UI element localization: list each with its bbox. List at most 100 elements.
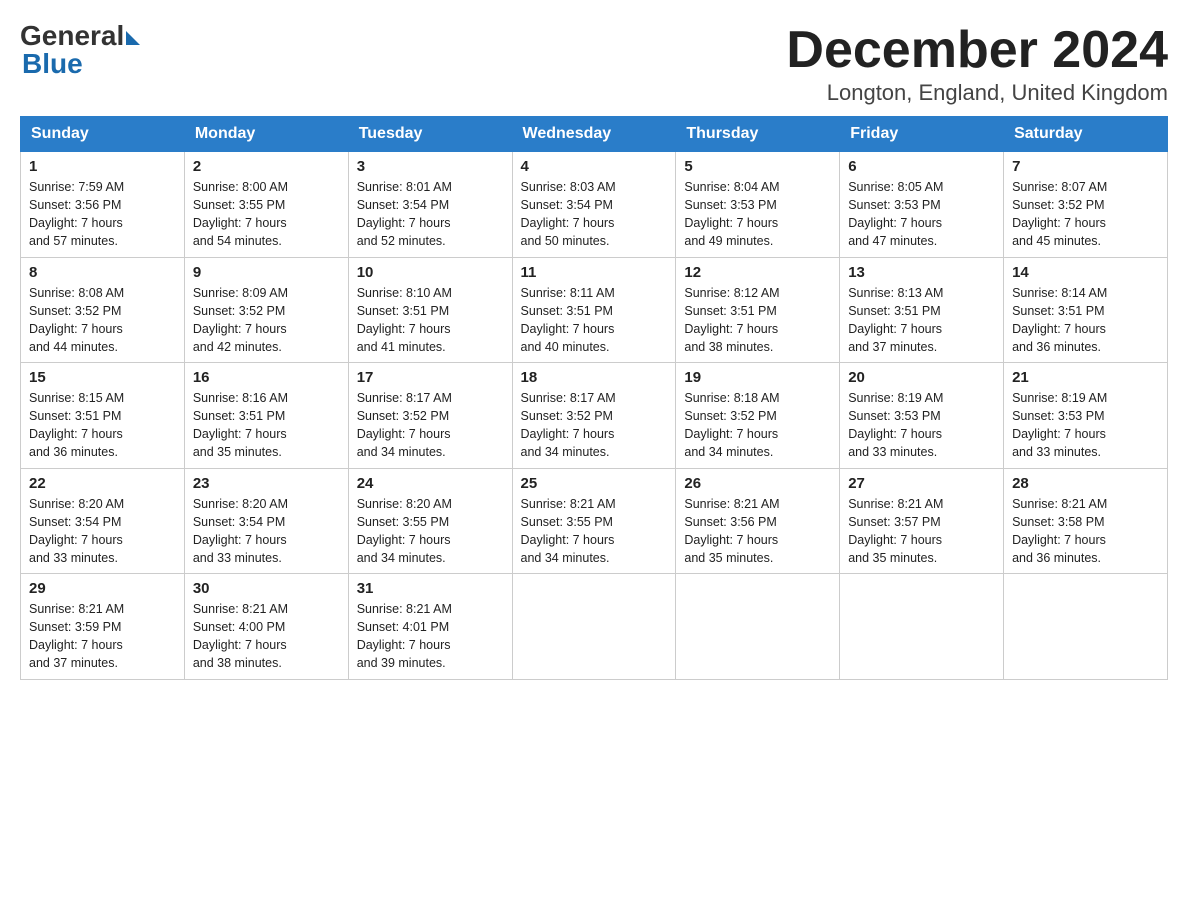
day-info: Sunrise: 8:10 AM Sunset: 3:51 PM Dayligh… — [357, 284, 504, 357]
day-number: 4 — [521, 158, 668, 175]
calendar-cell: 1 Sunrise: 7:59 AM Sunset: 3:56 PM Daylig… — [21, 152, 185, 258]
day-number: 7 — [1012, 158, 1159, 175]
day-info: Sunrise: 8:20 AM Sunset: 3:55 PM Dayligh… — [357, 495, 504, 568]
calendar-cell: 17 Sunrise: 8:17 AM Sunset: 3:52 PM Dayli… — [348, 363, 512, 469]
day-number: 18 — [521, 369, 668, 386]
header-tuesday: Tuesday — [348, 117, 512, 152]
logo-blue-text: Blue — [22, 48, 83, 80]
day-info: Sunrise: 8:21 AM Sunset: 3:58 PM Dayligh… — [1012, 495, 1159, 568]
day-number: 17 — [357, 369, 504, 386]
day-info: Sunrise: 8:21 AM Sunset: 3:59 PM Dayligh… — [29, 600, 176, 673]
header-sunday: Sunday — [21, 117, 185, 152]
title-area: December 2024 Longton, England, United K… — [786, 20, 1168, 106]
day-info: Sunrise: 8:12 AM Sunset: 3:51 PM Dayligh… — [684, 284, 831, 357]
calendar-cell: 13 Sunrise: 8:13 AM Sunset: 3:51 PM Dayli… — [840, 257, 1004, 363]
calendar-cell: 7 Sunrise: 8:07 AM Sunset: 3:52 PM Daylig… — [1004, 152, 1168, 258]
day-info: Sunrise: 8:03 AM Sunset: 3:54 PM Dayligh… — [521, 178, 668, 251]
day-number: 31 — [357, 580, 504, 597]
calendar-cell: 9Sunrise: 8:09 AM Sunset: 3:52 PM Daylig… — [184, 257, 348, 363]
header-saturday: Saturday — [1004, 117, 1168, 152]
day-info: Sunrise: 8:19 AM Sunset: 3:53 PM Dayligh… — [1012, 389, 1159, 462]
day-number: 13 — [848, 264, 995, 281]
day-info: Sunrise: 8:15 AM Sunset: 3:51 PM Dayligh… — [29, 389, 176, 462]
day-info: Sunrise: 8:13 AM Sunset: 3:51 PM Dayligh… — [848, 284, 995, 357]
day-number: 5 — [684, 158, 831, 175]
day-info: Sunrise: 7:59 AM Sunset: 3:56 PM Dayligh… — [29, 178, 176, 251]
logo-arrow-icon — [126, 31, 140, 45]
calendar-cell: 18 Sunrise: 8:17 AM Sunset: 3:52 PM Dayli… — [512, 363, 676, 469]
day-number: 21 — [1012, 369, 1159, 386]
day-info: Sunrise: 8:21 AM Sunset: 4:00 PM Dayligh… — [193, 600, 340, 673]
calendar-cell: 22Sunrise: 8:20 AM Sunset: 3:54 PM Dayli… — [21, 468, 185, 574]
calendar-week-row: 22 Sunrise: 8:20 AM Sunset: 3:54 PM Dayli… — [21, 468, 1168, 574]
calendar-cell — [840, 574, 1004, 680]
header-wednesday: Wednesday — [512, 117, 676, 152]
day-info: Sunrise: 8:21 AM Sunset: 3:57 PM Dayligh… — [848, 495, 995, 568]
day-number: 16 — [193, 369, 340, 386]
day-number: 24 — [357, 475, 504, 492]
calendar-cell: 4 Sunrise: 8:03 AM Sunset: 3:54 PM Daylig… — [512, 152, 676, 258]
day-info: Sunrise: 8:05 AM Sunset: 3:53 PM Dayligh… — [848, 178, 995, 251]
day-number: 30 — [193, 580, 340, 597]
calendar-cell: 15 Sunrise: 8:15 AM Sunset: 3:51 PM Dayli… — [21, 363, 185, 469]
calendar-cell: 14Sunrise: 8:14 AM Sunset: 3:51 PM Dayli… — [1004, 257, 1168, 363]
calendar-cell: 29 Sunrise: 8:21 AM Sunset: 3:59 PM Dayli… — [21, 574, 185, 680]
calendar-cell: 11Sunrise: 8:11 AM Sunset: 3:51 PM Dayli… — [512, 257, 676, 363]
calendar-cell: 5 Sunrise: 8:04 AM Sunset: 3:53 PM Daylig… — [676, 152, 840, 258]
day-number: 2 — [193, 158, 340, 175]
calendar-cell: 25 Sunrise: 8:21 AM Sunset: 3:55 PM Dayli… — [512, 468, 676, 574]
calendar-cell — [676, 574, 840, 680]
day-number: 10 — [357, 264, 504, 281]
day-info: Sunrise: 8:01 AM Sunset: 3:54 PM Dayligh… — [357, 178, 504, 251]
day-info: Sunrise: 8:08 AM Sunset: 3:52 PM Dayligh… — [29, 284, 176, 357]
day-number: 3 — [357, 158, 504, 175]
day-info: Sunrise: 8:21 AM Sunset: 3:55 PM Dayligh… — [521, 495, 668, 568]
day-number: 22 — [29, 475, 176, 492]
month-title: December 2024 — [786, 20, 1168, 80]
calendar-cell: 2 Sunrise: 8:00 AM Sunset: 3:55 PM Daylig… — [184, 152, 348, 258]
day-info: Sunrise: 8:21 AM Sunset: 3:56 PM Dayligh… — [684, 495, 831, 568]
header-thursday: Thursday — [676, 117, 840, 152]
calendar-header-row: SundayMondayTuesdayWednesdayThursdayFrid… — [21, 117, 1168, 152]
header-friday: Friday — [840, 117, 1004, 152]
calendar-cell: 31 Sunrise: 8:21 AM Sunset: 4:01 PM Dayli… — [348, 574, 512, 680]
calendar-cell: 26 Sunrise: 8:21 AM Sunset: 3:56 PM Dayli… — [676, 468, 840, 574]
calendar-week-row: 29 Sunrise: 8:21 AM Sunset: 3:59 PM Dayli… — [21, 574, 1168, 680]
day-info: Sunrise: 8:07 AM Sunset: 3:52 PM Dayligh… — [1012, 178, 1159, 251]
day-info: Sunrise: 8:04 AM Sunset: 3:53 PM Dayligh… — [684, 178, 831, 251]
calendar-cell: 24 Sunrise: 8:20 AM Sunset: 3:55 PM Dayli… — [348, 468, 512, 574]
calendar-cell: 10 Sunrise: 8:10 AM Sunset: 3:51 PM Dayli… — [348, 257, 512, 363]
calendar-cell: 6 Sunrise: 8:05 AM Sunset: 3:53 PM Daylig… — [840, 152, 1004, 258]
day-number: 25 — [521, 475, 668, 492]
calendar-cell — [1004, 574, 1168, 680]
header-monday: Monday — [184, 117, 348, 152]
calendar-cell — [512, 574, 676, 680]
day-info: Sunrise: 8:20 AM Sunset: 3:54 PM Dayligh… — [193, 495, 340, 568]
day-number: 8 — [29, 264, 176, 281]
day-number: 15 — [29, 369, 176, 386]
day-number: 27 — [848, 475, 995, 492]
day-number: 11 — [521, 264, 668, 281]
logo: General Blue — [20, 20, 140, 80]
day-number: 23 — [193, 475, 340, 492]
calendar-week-row: 15 Sunrise: 8:15 AM Sunset: 3:51 PM Dayli… — [21, 363, 1168, 469]
day-number: 6 — [848, 158, 995, 175]
calendar-cell: 12Sunrise: 8:12 AM Sunset: 3:51 PM Dayli… — [676, 257, 840, 363]
day-info: Sunrise: 8:17 AM Sunset: 3:52 PM Dayligh… — [521, 389, 668, 462]
day-info: Sunrise: 8:00 AM Sunset: 3:55 PM Dayligh… — [193, 178, 340, 251]
day-number: 1 — [29, 158, 176, 175]
calendar-cell: 28Sunrise: 8:21 AM Sunset: 3:58 PM Dayli… — [1004, 468, 1168, 574]
calendar-week-row: 1 Sunrise: 7:59 AM Sunset: 3:56 PM Daylig… — [21, 152, 1168, 258]
calendar-cell: 23 Sunrise: 8:20 AM Sunset: 3:54 PM Dayli… — [184, 468, 348, 574]
calendar-cell: 3 Sunrise: 8:01 AM Sunset: 3:54 PM Daylig… — [348, 152, 512, 258]
day-info: Sunrise: 8:21 AM Sunset: 4:01 PM Dayligh… — [357, 600, 504, 673]
calendar-cell: 30 Sunrise: 8:21 AM Sunset: 4:00 PM Dayli… — [184, 574, 348, 680]
day-number: 29 — [29, 580, 176, 597]
calendar-table: SundayMondayTuesdayWednesdayThursdayFrid… — [20, 116, 1168, 680]
day-info: Sunrise: 8:17 AM Sunset: 3:52 PM Dayligh… — [357, 389, 504, 462]
day-number: 26 — [684, 475, 831, 492]
page-header: General Blue December 2024 Longton, Engl… — [20, 20, 1168, 106]
calendar-cell: 21 Sunrise: 8:19 AM Sunset: 3:53 PM Dayli… — [1004, 363, 1168, 469]
calendar-cell: 20Sunrise: 8:19 AM Sunset: 3:53 PM Dayli… — [840, 363, 1004, 469]
day-number: 14 — [1012, 264, 1159, 281]
